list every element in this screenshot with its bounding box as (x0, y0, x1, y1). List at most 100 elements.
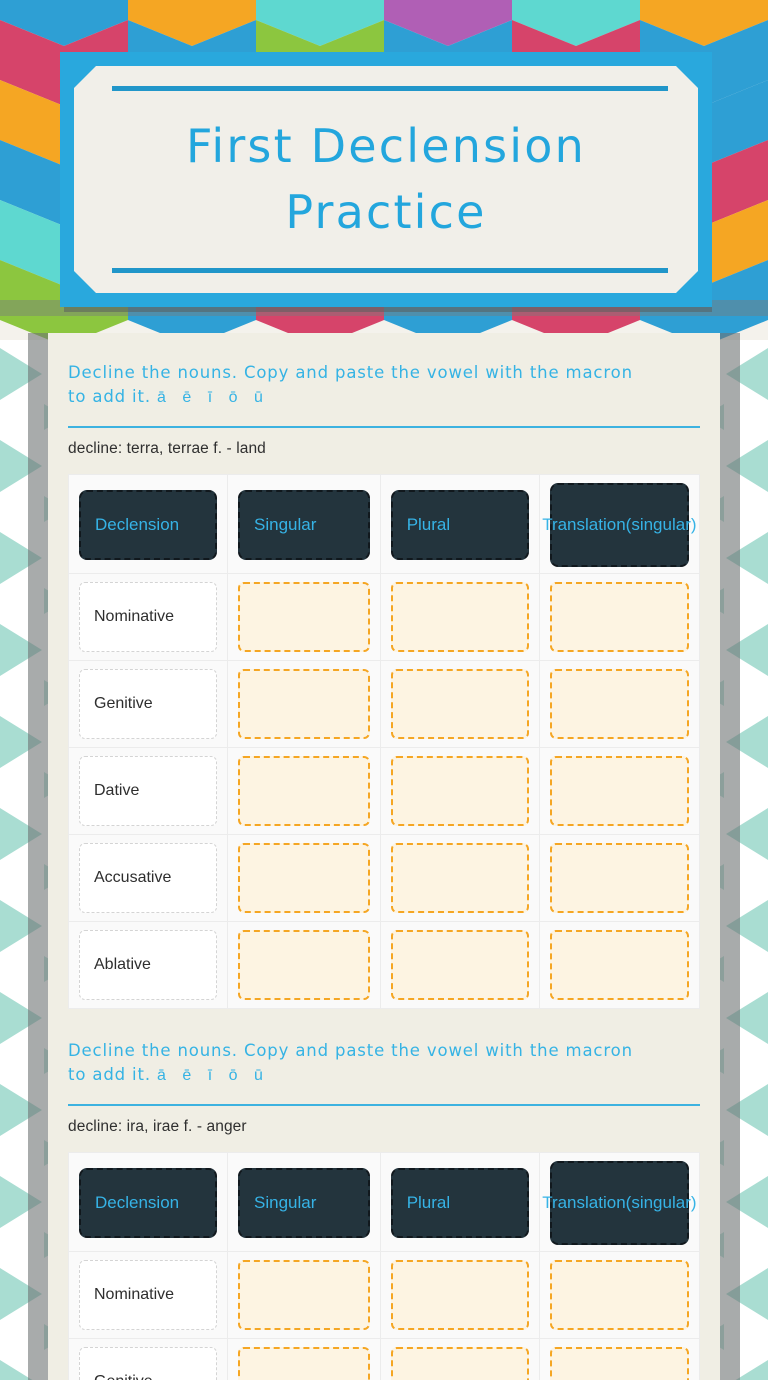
answer-cell-plural[interactable] (379, 747, 540, 836)
row-label-cell: Nominative (68, 1251, 228, 1340)
answer-cell-singular[interactable] (227, 1338, 381, 1380)
drop-zone-plural[interactable] (390, 582, 529, 653)
drop-zone-translation[interactable] (549, 930, 689, 1001)
row-label-cell: Dative (68, 747, 228, 836)
answer-cell-translation[interactable] (538, 1338, 701, 1380)
table-header-row: Declension Singular Plural Translation (… (68, 1152, 701, 1253)
header-translation-line2: (singular) (625, 515, 697, 535)
worksheet-content-card: Decline the nouns. Copy and paste the vo… (48, 333, 720, 1380)
header-cell-translation: Translation (singular) (538, 474, 701, 575)
instructions-text-2: Decline the nouns. Copy and paste the vo… (68, 1035, 700, 1092)
header-translation-line2: (singular) (625, 1193, 697, 1213)
table-row: Nominative (68, 1251, 701, 1340)
header-cell-declension: Declension (68, 474, 228, 575)
answer-cell-singular[interactable] (227, 747, 381, 836)
table-row: Ablative (68, 921, 701, 1010)
header-translation-line1: Translation (542, 515, 626, 535)
answer-cell-singular[interactable] (227, 1251, 381, 1340)
worksheet-section-2: Decline the nouns. Copy and paste the vo… (48, 1035, 720, 1380)
drop-zone-plural[interactable] (390, 1347, 529, 1380)
drop-zone-translation[interactable] (549, 843, 689, 914)
answer-cell-singular[interactable] (227, 573, 381, 662)
header-label-plural: Plural (390, 490, 529, 561)
banner-inner-panel: First Declension Practice (74, 66, 698, 293)
instructions-text-1: Decline the nouns. Copy and paste the vo… (68, 333, 700, 414)
banner-rule-bottom (112, 268, 668, 273)
answer-cell-plural[interactable] (379, 834, 540, 923)
header-translation-line1: Translation (542, 1193, 626, 1213)
instructions-line2: to add it. (68, 1065, 151, 1085)
declension-label: Genitive (79, 1347, 217, 1380)
answer-cell-plural[interactable] (379, 921, 540, 1010)
answer-cell-plural[interactable] (379, 573, 540, 662)
drop-zone-translation[interactable] (549, 756, 689, 827)
drop-zone-plural[interactable] (390, 843, 529, 914)
declension-table-2: Declension Singular Plural Translation (… (68, 1152, 701, 1380)
header-cell-singular: Singular (227, 1152, 381, 1253)
declension-label: Genitive (79, 669, 217, 740)
header-label-translation: Translation (singular) (542, 1161, 697, 1246)
row-label-cell: Ablative (68, 921, 228, 1010)
drop-zone-singular[interactable] (238, 930, 370, 1001)
table-header-row: Declension Singular Plural Translation (… (68, 474, 701, 575)
drop-zone-singular[interactable] (238, 669, 370, 740)
answer-cell-singular[interactable] (227, 834, 381, 923)
header-label-singular: Singular (238, 1168, 370, 1239)
row-label-cell: Genitive (68, 660, 228, 749)
section-divider-2 (68, 1104, 700, 1107)
declension-label: Ablative (79, 930, 217, 1001)
drop-zone-singular[interactable] (238, 1347, 370, 1380)
answer-cell-translation[interactable] (538, 573, 701, 662)
declension-table-1: Declension Singular Plural Translation (… (68, 474, 701, 1010)
drop-zone-singular[interactable] (238, 1260, 370, 1331)
instructions-line1: Decline the nouns. Copy and paste the vo… (68, 363, 633, 382)
table-row: Genitive (68, 1338, 701, 1380)
declension-label: Nominative (79, 1260, 217, 1331)
instructions-line2: to add it. (68, 387, 151, 407)
answer-cell-singular[interactable] (227, 921, 381, 1010)
macron-vowels-1[interactable]: ā ē ī ō ū (157, 389, 269, 406)
header-cell-declension: Declension (68, 1152, 228, 1253)
answer-cell-plural[interactable] (379, 660, 540, 749)
drop-zone-plural[interactable] (390, 669, 529, 740)
drop-zone-translation[interactable] (549, 669, 689, 740)
declension-label: Accusative (79, 843, 217, 914)
header-label-declension: Declension (79, 490, 217, 561)
decline-prompt-2: decline: ira, irae f. - anger (68, 1118, 247, 1136)
answer-cell-plural[interactable] (379, 1251, 540, 1340)
drop-zone-singular[interactable] (238, 756, 370, 827)
instructions-line1: Decline the nouns. Copy and paste the vo… (68, 1041, 633, 1061)
answer-cell-translation[interactable] (538, 660, 701, 749)
answer-cell-translation[interactable] (538, 921, 701, 1010)
macron-vowels-2[interactable]: ā ē ī ō ū (157, 1067, 269, 1084)
drop-zone-plural[interactable] (390, 756, 529, 827)
answer-cell-plural[interactable] (379, 1338, 540, 1380)
decline-prompt-1: decline: terra, terrae f. - land (68, 440, 266, 458)
drop-zone-plural[interactable] (390, 1260, 529, 1331)
title-banner: First Declension Practice (60, 52, 712, 307)
table-row: Dative (68, 747, 701, 836)
row-label-cell: Genitive (68, 1338, 228, 1380)
drop-zone-singular[interactable] (238, 843, 370, 914)
table-row: Genitive (68, 660, 701, 749)
page-title: First Declension Practice (186, 119, 586, 239)
header-cell-plural: Plural (379, 1152, 540, 1253)
row-label-cell: Nominative (68, 573, 228, 662)
declension-label: Dative (79, 756, 217, 827)
drop-zone-translation[interactable] (549, 1260, 689, 1331)
header-cell-singular: Singular (227, 474, 381, 575)
header-label-translation: Translation (singular) (542, 483, 697, 568)
drop-zone-translation[interactable] (549, 582, 689, 653)
header-label-singular: Singular (238, 490, 370, 561)
header-cell-translation: Translation (singular) (538, 1152, 701, 1253)
drop-zone-translation[interactable] (549, 1347, 689, 1380)
header-label-declension: Declension (79, 1168, 217, 1239)
worksheet-section-1: Decline the nouns. Copy and paste the vo… (48, 333, 720, 1010)
worksheet-page: First Declension Practice Decline the no… (0, 0, 768, 1380)
answer-cell-translation[interactable] (538, 747, 701, 836)
answer-cell-translation[interactable] (538, 1251, 701, 1340)
drop-zone-plural[interactable] (390, 930, 529, 1001)
answer-cell-translation[interactable] (538, 834, 701, 923)
answer-cell-singular[interactable] (227, 660, 381, 749)
drop-zone-singular[interactable] (238, 582, 370, 653)
